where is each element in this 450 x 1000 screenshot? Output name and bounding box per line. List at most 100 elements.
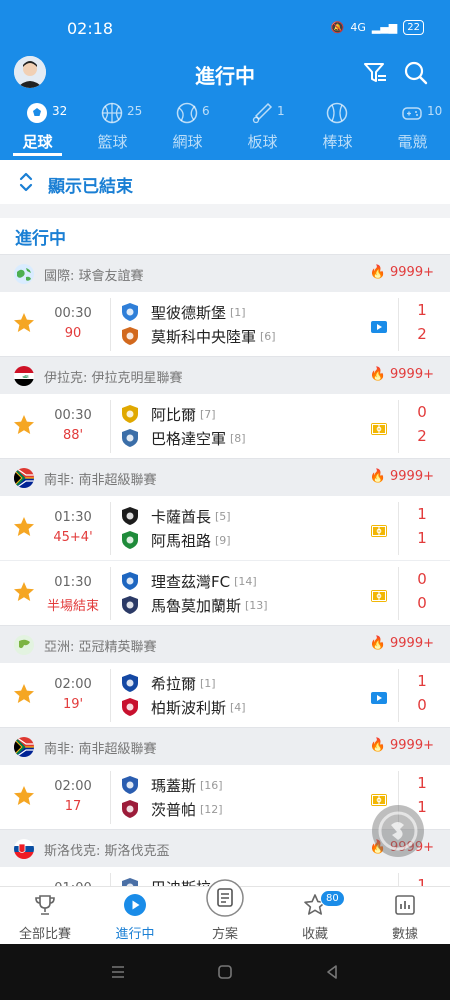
heat-count: 🔥 9999+ xyxy=(370,367,434,382)
match-row[interactable]: 01:30 45+4' 卡薩酋長 [5] 阿馬祖路 [9] 1 1 xyxy=(0,495,450,560)
home-team-name: 理查茲灣FC xyxy=(151,572,231,591)
recent-apps-icon[interactable] xyxy=(110,964,126,980)
league-header[interactable]: 亞洲: 亞冠精英聯賽 🔥 9999+ xyxy=(0,625,450,662)
team-logo-icon xyxy=(120,326,140,346)
home-team: 阿比爾 [7] xyxy=(120,403,216,425)
favorites-count-badge: 80 xyxy=(320,890,345,907)
cricket-icon xyxy=(252,102,273,124)
kickoff-time: 01:30 xyxy=(54,510,92,525)
document-icon xyxy=(206,879,244,917)
show-finished-toggle[interactable]: 顯示已結束 xyxy=(0,160,450,204)
divider xyxy=(398,502,399,555)
favorite-star-icon[interactable] xyxy=(12,311,36,335)
flag-iraq-icon: ﷲ xyxy=(14,366,34,386)
home-icon[interactable] xyxy=(217,964,233,980)
heat-count: 🔥 9999+ xyxy=(370,265,434,280)
divider xyxy=(110,400,111,453)
animation-field-icon[interactable] xyxy=(371,791,387,806)
status-time: 02:18 xyxy=(67,19,114,38)
gamepad-icon xyxy=(402,107,422,120)
away-team: 莫斯科中央陸軍 [6] xyxy=(120,325,276,347)
nav-favorites[interactable]: 80 收藏 xyxy=(270,887,360,945)
animation-field-icon[interactable] xyxy=(371,522,387,537)
favorite-star-icon[interactable] xyxy=(12,580,36,604)
league-header[interactable]: 南非: 南非超級聯賽 🔥 9999+ xyxy=(0,458,450,495)
tab-tennis[interactable]: 6 網球 xyxy=(150,100,225,160)
tab-cricket[interactable]: 1 板球 xyxy=(225,100,300,160)
system-navigation-bar xyxy=(0,944,450,1000)
away-team-name: 柏斯波利斯 xyxy=(151,698,227,717)
fire-icon: 🔥 xyxy=(369,636,391,651)
chart-icon xyxy=(395,895,415,915)
floating-action-button[interactable] xyxy=(372,805,424,857)
team-logo-icon xyxy=(120,595,140,615)
status-icons: 🔕 4G ▂▄▆ 22 xyxy=(331,20,424,35)
league-header[interactable]: ﷲ 伊拉克: 伊拉克明星聯賽 🔥 9999+ xyxy=(0,356,450,393)
away-team-name: 巴格達空軍 xyxy=(151,429,227,448)
home-team-rank: [7] xyxy=(200,407,216,421)
home-team: 卡薩酋長 [5] xyxy=(120,505,231,527)
flag-southafrica-icon xyxy=(14,737,34,757)
favorite-star-icon[interactable] xyxy=(12,784,36,808)
heat-value: 9999+ xyxy=(390,469,434,484)
animation-field-icon[interactable] xyxy=(371,420,387,435)
flag-world-icon xyxy=(14,264,34,284)
status-bar: 02:18 🔕 4G ▂▄▆ 22 xyxy=(0,0,450,56)
bottom-navigation: 全部比賽 進行中 方案 80 收藏 數據 xyxy=(0,879,450,945)
league-header[interactable]: 南非: 南非超級聯賽 🔥 9999+ xyxy=(0,727,450,764)
heat-count: 🔥 9999+ xyxy=(370,469,434,484)
match-row[interactable]: 01:30 半場結束 理查茲灣FC [14] 馬魯莫加蘭斯 [13] 0 0 xyxy=(0,560,450,625)
match-minute: 45+4' xyxy=(53,530,93,545)
match-row[interactable]: 00:30 88' 阿比爾 [7] 巴格達空軍 [8] 0 2 xyxy=(0,393,450,458)
match-minute: 90 xyxy=(64,326,82,341)
tab-esports[interactable]: 10 電競 xyxy=(375,100,450,160)
filter-icon[interactable] xyxy=(362,60,388,86)
match-row[interactable]: 02:00 19' 希拉爾 [1] 柏斯波利斯 [4] 1 0 xyxy=(0,662,450,727)
favorite-star-icon[interactable] xyxy=(12,413,36,437)
match-row[interactable]: 00:30 90 聖彼德斯堡 [1] 莫斯科中央陸軍 [6] 1 2 xyxy=(0,291,450,356)
nav-all-matches[interactable]: 全部比賽 xyxy=(0,887,90,945)
live-video-icon[interactable] xyxy=(371,689,387,704)
away-score: 2 xyxy=(417,427,427,445)
team-logo-icon xyxy=(120,506,140,526)
away-team-name: 阿馬祖路 xyxy=(151,531,212,550)
home-team-name: 阿比爾 xyxy=(151,405,197,424)
fire-icon: 🔥 xyxy=(369,265,391,280)
favorite-star-icon[interactable] xyxy=(12,682,36,706)
away-team-rank: [12] xyxy=(200,802,223,816)
away-team: 茨普帕 [12] xyxy=(120,798,223,820)
away-team-rank: [13] xyxy=(245,598,268,612)
heat-count: 🔥 9999+ xyxy=(370,636,434,651)
animation-field-icon[interactable] xyxy=(371,587,387,602)
tennis-ball-icon xyxy=(176,102,198,124)
tab-basketball[interactable]: 25 籃球 xyxy=(75,100,150,160)
home-score: 0 xyxy=(417,570,427,588)
live-video-icon[interactable] xyxy=(371,318,387,333)
away-team-rank: [6] xyxy=(260,329,276,343)
league-name: 亞洲: 亞冠精英聯賽 xyxy=(44,640,157,655)
home-score: 1 xyxy=(417,774,427,792)
divider xyxy=(110,502,111,555)
divider xyxy=(398,567,399,620)
tab-football[interactable]: 32 足球 xyxy=(0,100,75,160)
fire-icon: 🔥 xyxy=(369,738,391,753)
league-header[interactable]: 國際: 球會友誼賽 🔥 9999+ xyxy=(0,254,450,291)
nav-data[interactable]: 數據 xyxy=(360,887,450,945)
match-minute: 半場結束 xyxy=(46,599,99,614)
home-team-rank: [14] xyxy=(234,574,257,588)
team-logo-icon xyxy=(120,404,140,424)
favorite-star-icon[interactable] xyxy=(12,515,36,539)
divider xyxy=(110,873,111,886)
home-score: 1 xyxy=(417,876,427,886)
float-logo-icon xyxy=(378,811,418,851)
back-icon[interactable] xyxy=(324,964,340,980)
tab-baseball[interactable]: 棒球 xyxy=(300,100,375,160)
search-icon[interactable] xyxy=(403,60,429,86)
nav-live[interactable]: 進行中 xyxy=(90,887,180,945)
home-score: 1 xyxy=(417,505,427,523)
away-team-rank: [8] xyxy=(230,431,246,445)
heat-value: 9999+ xyxy=(390,636,434,651)
play-icon xyxy=(124,894,146,916)
nav-plans[interactable]: 方案 xyxy=(180,879,270,945)
divider xyxy=(398,873,399,886)
